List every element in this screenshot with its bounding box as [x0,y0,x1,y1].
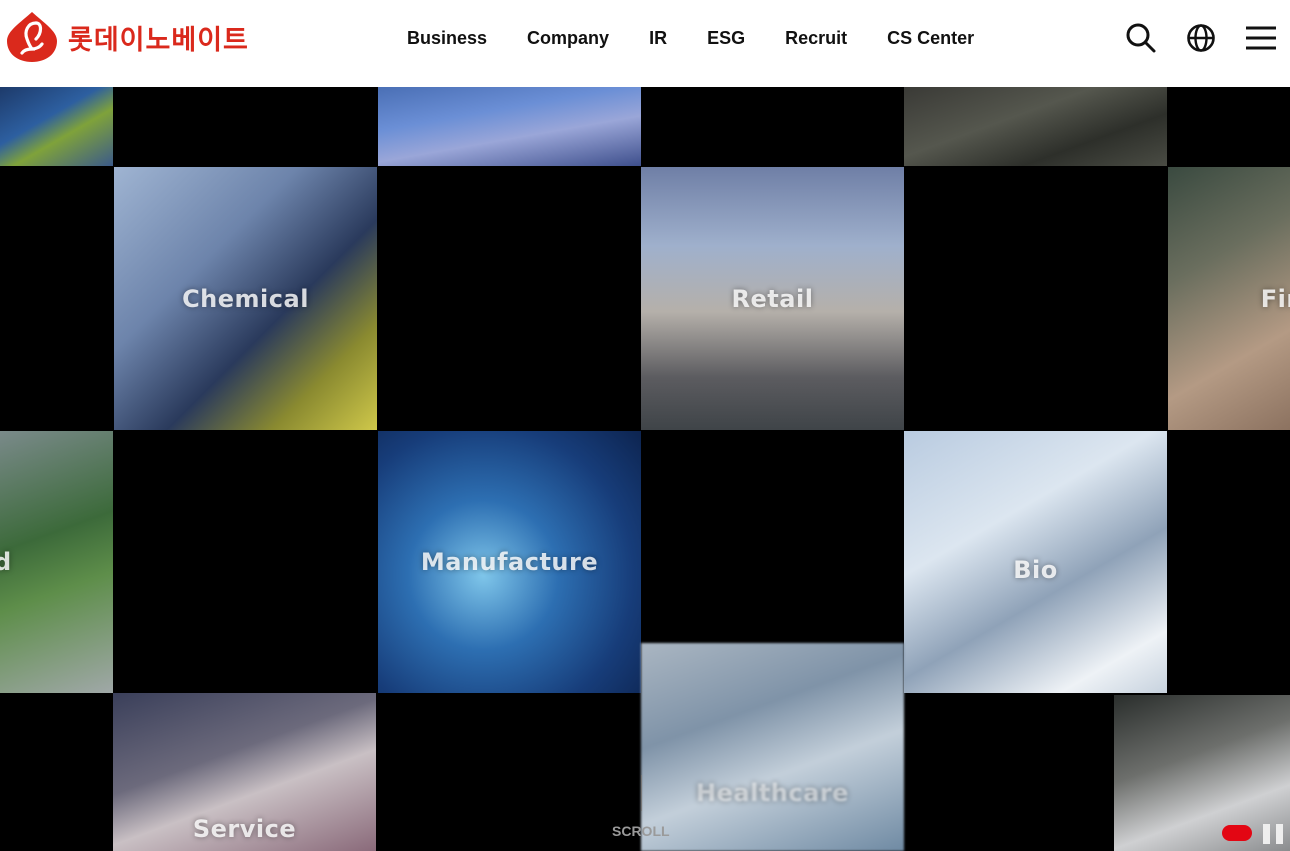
business-tile-grid: Chemical Retail Fin d Manufacture Bio Se… [0,87,1290,851]
tile-chemical[interactable]: Chemical [114,167,377,430]
tile-manufacture[interactable]: Manufacture [378,431,641,693]
menu-icon[interactable] [1244,21,1278,55]
tile-label-chemical: Chemical [182,284,309,313]
tile-top-city[interactable] [378,87,641,166]
tile-label-service: Service [192,815,297,843]
pause-icon[interactable] [1263,824,1285,844]
tile-agri-partial[interactable]: d [0,431,113,693]
brand-name: 롯데이노베이트 [68,24,249,56]
tile-finance[interactable]: Fin [1168,167,1290,430]
lotte-logo-icon [7,12,57,62]
scroll-label: SCROLL [612,823,670,839]
nav-company[interactable]: Company [527,27,609,49]
nav-business[interactable]: Business [407,27,487,49]
tile-label-healthcare: Healthcare [696,779,849,807]
nav-recruit[interactable]: Recruit [785,27,847,49]
scroll-indicator-line [641,775,642,811]
tile-healthcare[interactable]: Healthcare [641,643,904,851]
tile-service[interactable]: Service [113,693,376,851]
tile-label-manufacture: Manufacture [420,548,599,576]
tile-label-bio: Bio [1013,556,1058,584]
site-header: 롯데이노베이트 Business Company IR ESG Recruit … [0,0,1290,87]
tile-top-aerial[interactable] [904,87,1167,166]
tile-top-left-partial[interactable] [0,87,113,166]
tile-label-retail: Retail [731,284,814,313]
logo[interactable]: 롯데이노베이트 [6,11,249,63]
tile-label-finance: Fin [1260,284,1290,313]
nav-esg[interactable]: ESG [707,27,745,49]
main-nav: Business Company IR ESG Recruit CS Cente… [407,27,1014,49]
nav-cs-center[interactable]: CS Center [887,27,974,49]
globe-icon[interactable] [1184,21,1218,55]
tile-bio[interactable]: Bio [904,431,1167,693]
nav-ir[interactable]: IR [649,27,667,49]
search-icon[interactable] [1124,21,1158,55]
tile-retail[interactable]: Retail [641,167,904,430]
autoplay-toggle[interactable] [1222,825,1252,841]
tile-label-agri: d [0,548,12,576]
